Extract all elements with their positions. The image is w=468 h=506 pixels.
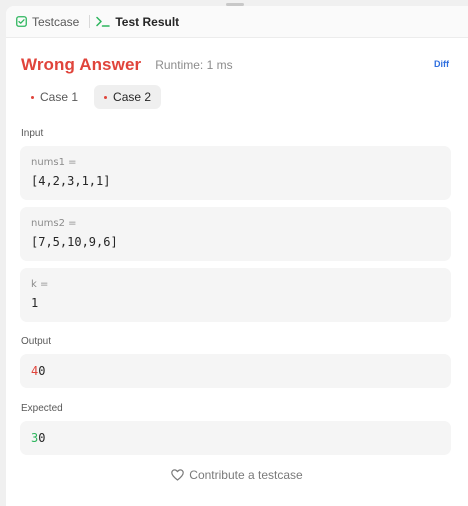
tab-testcase[interactable]: Testcase bbox=[16, 6, 87, 38]
case-tab-2[interactable]: Case 2 bbox=[94, 85, 162, 109]
verdict-status: Wrong Answer bbox=[21, 55, 142, 74]
param-value: [7,5,10,9,6] bbox=[31, 235, 118, 249]
tab-divider bbox=[89, 15, 91, 28]
tab-testcase-label: Testcase bbox=[32, 14, 80, 29]
case-tab-label: Case 1 bbox=[40, 90, 79, 104]
output-value: 40 bbox=[31, 354, 440, 388]
tab-test-result-label: Test Result bbox=[115, 14, 180, 29]
param-value: 1 bbox=[31, 296, 39, 310]
expected-box: 30 bbox=[20, 421, 451, 455]
param-name: nums2 = bbox=[31, 218, 77, 229]
terminal-icon bbox=[96, 16, 111, 27]
output-label: Output bbox=[21, 336, 52, 347]
case-tabs: Case 1 Case 2 bbox=[21, 85, 167, 109]
expected-rest: 0 bbox=[38, 431, 46, 445]
output-rest: 0 bbox=[38, 364, 46, 378]
fail-dot-icon bbox=[31, 95, 34, 99]
case-tab-label: Case 2 bbox=[113, 90, 152, 104]
param-name: nums1 = bbox=[31, 157, 77, 168]
case-tab-1[interactable]: Case 1 bbox=[21, 85, 88, 109]
result-header: Wrong Answer Runtime: 1 ms Diff bbox=[21, 53, 453, 77]
fail-dot-icon bbox=[104, 95, 108, 99]
panel-tabbar: Testcase Test Result bbox=[6, 6, 468, 38]
diff-toggle[interactable]: Diff bbox=[434, 59, 449, 69]
contribute-testcase-button[interactable]: Contribute a testcase bbox=[6, 468, 468, 482]
input-label: Input bbox=[21, 128, 44, 139]
test-result-panel: Testcase Test Result Wrong Answer Runtim… bbox=[6, 6, 468, 506]
result-content: Wrong Answer Runtime: 1 ms Diff Case 1 C… bbox=[6, 38, 468, 506]
input-param-nums1: nums1 = [4,2,3,1,1] bbox=[20, 146, 451, 200]
runtime-text: Runtime: 1 ms bbox=[155, 58, 233, 72]
contribute-label: Contribute a testcase bbox=[189, 468, 303, 482]
heart-icon bbox=[171, 469, 185, 481]
output-box: 40 bbox=[20, 354, 451, 388]
expected-value: 30 bbox=[31, 421, 440, 455]
param-name: k = bbox=[31, 279, 49, 290]
expected-label: Expected bbox=[21, 403, 63, 414]
checkbox-icon bbox=[16, 16, 27, 27]
input-param-nums2: nums2 = [7,5,10,9,6] bbox=[20, 207, 451, 261]
param-value: [4,2,3,1,1] bbox=[31, 174, 111, 188]
tab-test-result[interactable]: Test Result bbox=[96, 6, 187, 38]
input-param-k: k = 1 bbox=[20, 268, 451, 322]
